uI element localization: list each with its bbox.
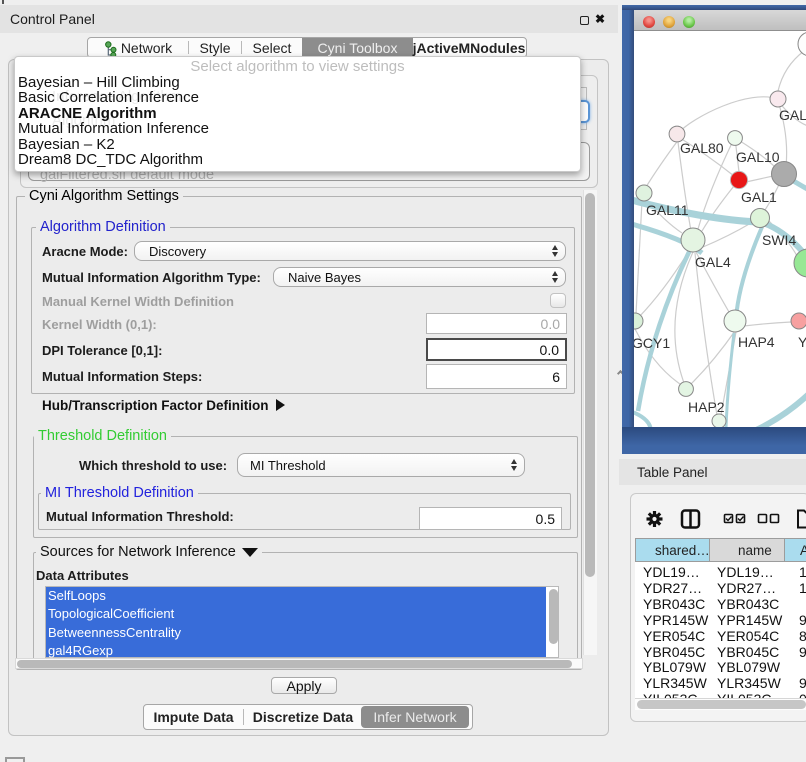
svg-text:Y: Y [798, 334, 806, 350]
svg-text:GAL10: GAL10 [736, 149, 780, 165]
svg-text:HAP4: HAP4 [738, 334, 775, 350]
svg-text:GAL1: GAL1 [741, 189, 777, 205]
svg-text:GAL11: GAL11 [646, 202, 689, 218]
svg-text:GAL4: GAL4 [695, 254, 731, 270]
svg-text:GCY1: GCY1 [634, 335, 670, 351]
svg-text:SWI4: SWI4 [762, 232, 796, 248]
svg-text:GAL80: GAL80 [680, 140, 724, 156]
svg-text:GAL: GAL [779, 107, 806, 123]
svg-text:HAP2: HAP2 [688, 399, 725, 415]
